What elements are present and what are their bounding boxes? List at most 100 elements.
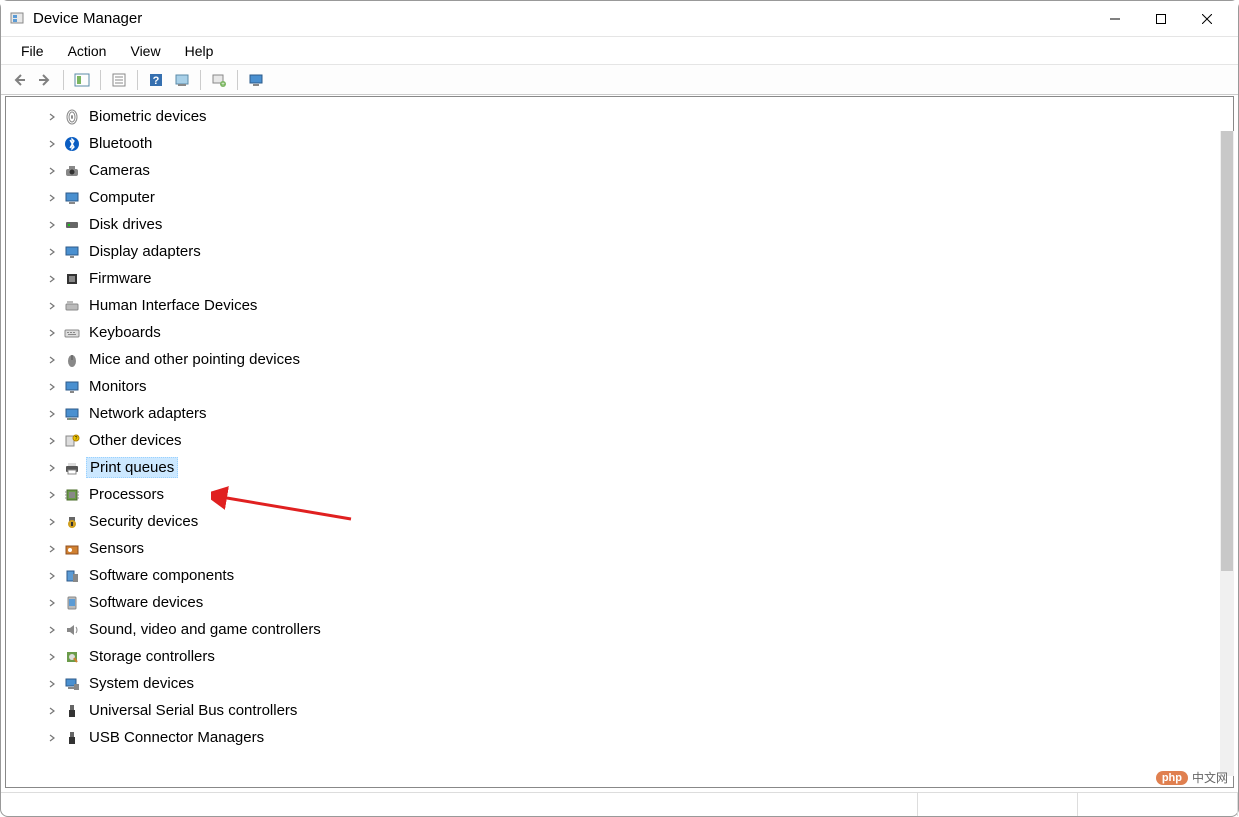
add-hardware-button[interactable]: + — [207, 68, 231, 92]
chevron-right-icon[interactable] — [46, 597, 58, 609]
menu-view[interactable]: View — [118, 40, 172, 62]
tree-item-usb[interactable]: Universal Serial Bus controllers — [6, 697, 1233, 724]
tree-item-monitor[interactable]: Monitors — [6, 373, 1233, 400]
properties-button[interactable] — [107, 68, 131, 92]
chevron-right-icon[interactable] — [46, 732, 58, 744]
maximize-button[interactable] — [1138, 1, 1184, 37]
chevron-right-icon[interactable] — [46, 705, 58, 717]
separator — [100, 70, 101, 90]
chevron-right-icon[interactable] — [46, 435, 58, 447]
toolbar: ? + — [1, 65, 1238, 95]
watermark-badge: php — [1156, 771, 1188, 785]
tree-item-label: Bluetooth — [86, 134, 155, 153]
svg-text:?: ? — [75, 436, 78, 442]
tree-item-disk[interactable]: Disk drives — [6, 211, 1233, 238]
svg-text:?: ? — [153, 75, 160, 87]
chevron-right-icon[interactable] — [46, 624, 58, 636]
hid-icon — [62, 296, 82, 316]
chevron-right-icon[interactable] — [46, 219, 58, 231]
chevron-right-icon[interactable] — [46, 678, 58, 690]
status-cell — [1078, 793, 1238, 816]
tree-item-hid[interactable]: Human Interface Devices — [6, 292, 1233, 319]
chevron-right-icon[interactable] — [46, 165, 58, 177]
softcomp-icon — [62, 566, 82, 586]
tree-item-softcomp[interactable]: Software components — [6, 562, 1233, 589]
chevron-right-icon[interactable] — [46, 543, 58, 555]
disk-icon — [62, 215, 82, 235]
chevron-right-icon[interactable] — [46, 516, 58, 528]
tree-item-system[interactable]: System devices — [6, 670, 1233, 697]
keyboard-icon — [62, 323, 82, 343]
scan-button[interactable] — [170, 68, 194, 92]
menu-help[interactable]: Help — [173, 40, 226, 62]
chevron-right-icon[interactable] — [46, 300, 58, 312]
tree-item-label: Mice and other pointing devices — [86, 350, 303, 369]
svg-text:+: + — [221, 82, 225, 88]
chevron-right-icon[interactable] — [46, 651, 58, 663]
chevron-right-icon[interactable] — [46, 111, 58, 123]
remote-button[interactable] — [244, 68, 268, 92]
network-icon — [62, 404, 82, 424]
back-button[interactable] — [7, 68, 31, 92]
tree-item-bluetooth[interactable]: Bluetooth — [6, 130, 1233, 157]
tree-item-sound[interactable]: Sound, video and game controllers — [6, 616, 1233, 643]
chevron-right-icon[interactable] — [46, 273, 58, 285]
scrollbar[interactable] — [1220, 131, 1234, 776]
tree-item-label: Software components — [86, 566, 237, 585]
tree-item-printer[interactable]: Print queues — [6, 454, 1233, 481]
help-button[interactable]: ? — [144, 68, 168, 92]
chevron-right-icon[interactable] — [46, 192, 58, 204]
chevron-right-icon[interactable] — [46, 489, 58, 501]
tree-item-label: Security devices — [86, 512, 201, 531]
tree-item-security[interactable]: Security devices — [6, 508, 1233, 535]
chevron-right-icon[interactable] — [46, 354, 58, 366]
tree-item-mouse[interactable]: Mice and other pointing devices — [6, 346, 1233, 373]
tree-item-usbconn[interactable]: USB Connector Managers — [6, 724, 1233, 751]
scrollbar-thumb[interactable] — [1221, 131, 1233, 571]
fingerprint-icon — [62, 107, 82, 127]
forward-button[interactable] — [33, 68, 57, 92]
tree-item-computer[interactable]: Computer — [6, 184, 1233, 211]
security-icon — [62, 512, 82, 532]
window-title: Device Manager — [33, 10, 1092, 27]
tree-item-label: Print queues — [86, 457, 178, 478]
chevron-right-icon[interactable] — [46, 138, 58, 150]
tree-item-storage[interactable]: Storage controllers — [6, 643, 1233, 670]
tree-item-other[interactable]: ?Other devices — [6, 427, 1233, 454]
show-hide-tree-button[interactable] — [70, 68, 94, 92]
tree-item-cpu[interactable]: Processors — [6, 481, 1233, 508]
tree-item-label: Biometric devices — [86, 107, 210, 126]
monitor-icon — [62, 377, 82, 397]
menu-action[interactable]: Action — [56, 40, 119, 62]
watermark: php 中文网 — [1156, 769, 1228, 786]
tree-item-keyboard[interactable]: Keyboards — [6, 319, 1233, 346]
tree-item-sensors[interactable]: Sensors — [6, 535, 1233, 562]
sensors-icon — [62, 539, 82, 559]
device-tree: Biometric devices Bluetooth CamerasCompute… — [6, 97, 1233, 757]
titlebar: Device Manager — [1, 1, 1238, 37]
menu-file[interactable]: File — [9, 40, 56, 62]
chevron-right-icon[interactable] — [46, 462, 58, 474]
close-button[interactable] — [1184, 1, 1230, 37]
tree-item-softdev[interactable]: Software devices — [6, 589, 1233, 616]
tree-item-network[interactable]: Network adapters — [6, 400, 1233, 427]
tree-item-camera[interactable]: Cameras — [6, 157, 1233, 184]
tree-item-label: System devices — [86, 674, 197, 693]
printer-icon — [62, 458, 82, 478]
tree-item-fingerprint[interactable]: Biometric devices — [6, 103, 1233, 130]
minimize-button[interactable] — [1092, 1, 1138, 37]
separator — [237, 70, 238, 90]
chevron-right-icon[interactable] — [46, 381, 58, 393]
chevron-right-icon[interactable] — [46, 408, 58, 420]
chevron-right-icon[interactable] — [46, 570, 58, 582]
tree-item-label: Sensors — [86, 539, 147, 558]
tree-item-display[interactable]: Display adapters — [6, 238, 1233, 265]
sound-icon — [62, 620, 82, 640]
app-icon — [9, 11, 25, 27]
tree-item-firmware[interactable]: Firmware — [6, 265, 1233, 292]
chevron-right-icon[interactable] — [46, 327, 58, 339]
statusbar — [1, 792, 1238, 816]
chevron-right-icon[interactable] — [46, 246, 58, 258]
content-area: Biometric devices Bluetooth CamerasCompute… — [5, 96, 1234, 788]
usb-icon — [62, 701, 82, 721]
